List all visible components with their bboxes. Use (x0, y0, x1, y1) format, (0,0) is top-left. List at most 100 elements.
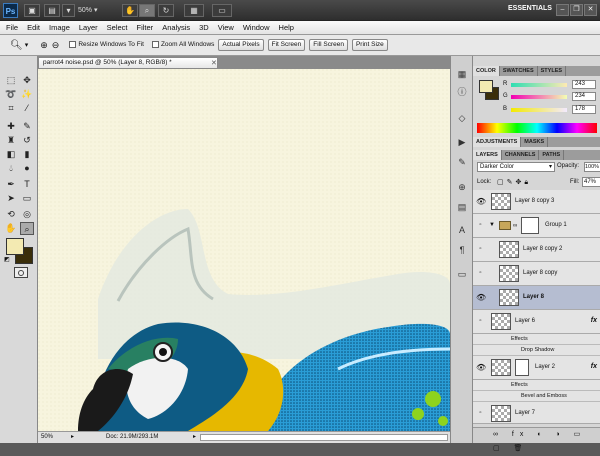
rotate-view-icon[interactable]: ↻ (158, 4, 174, 17)
restore-button[interactable]: ❐ (570, 4, 583, 16)
color-spectrum-ramp[interactable] (477, 123, 597, 133)
zoom-tool-icon[interactable]: ⌕ (20, 222, 34, 235)
zoom-all-checkbox[interactable]: Zoom All Windows (151, 41, 214, 49)
tab-color[interactable]: COLOR (473, 66, 500, 76)
tab-layers[interactable]: LAYERS (473, 150, 502, 160)
actual-pixels-button[interactable]: Actual Pixels (218, 39, 264, 51)
photoshop-logo[interactable]: Ps (3, 3, 18, 18)
path-selection-icon[interactable]: ➤ (4, 192, 18, 205)
visibility-eye-icon[interactable]: 👁︎ (476, 197, 486, 206)
bevel-emboss-row[interactable]: Bevel and Emboss (473, 391, 600, 402)
character-panel-icon[interactable]: A (456, 224, 468, 236)
tab-paths[interactable]: PATHS (539, 150, 565, 160)
menu-analysis[interactable]: Analysis (162, 23, 190, 32)
horizontal-scrollbar[interactable] (200, 434, 448, 441)
hand-tool-icon[interactable]: ✋ (4, 222, 18, 235)
eyedropper-icon[interactable]: ⁄ (20, 102, 34, 115)
document-canvas[interactable] (38, 69, 450, 431)
menu-view[interactable]: View (218, 23, 234, 32)
shape-tool-icon[interactable]: ▭ (20, 192, 34, 205)
history-brush-icon[interactable]: ↺ (20, 134, 34, 147)
layer-row-selected[interactable]: 👁︎ Layer 8 (473, 286, 600, 310)
print-size-button[interactable]: Print Size (351, 39, 388, 51)
g-slider[interactable] (511, 95, 567, 99)
visibility-toggle-empty[interactable]: ▫ (476, 245, 485, 254)
tab-adjustments[interactable]: ADJUSTMENTS (473, 137, 522, 147)
resize-windows-box[interactable] (69, 41, 77, 49)
zoom-level-select[interactable]: 50% ▾ (78, 4, 116, 17)
document-tab[interactable]: parrot4 noise.psd @ 50% (Layer 8, RGB/8)… (38, 57, 218, 69)
status-zoom[interactable]: 50% (41, 432, 53, 443)
r-value[interactable]: 243 (572, 80, 596, 89)
close-document-icon[interactable]: ✕ (211, 59, 217, 67)
eraser-tool-icon[interactable]: ◧ (4, 148, 18, 161)
opacity-value[interactable]: 100% (584, 162, 600, 172)
layer-row[interactable]: 👁︎ Layer 8 copy 3 (473, 190, 600, 214)
quick-mask-icon[interactable] (14, 267, 28, 278)
menu-3d[interactable]: 3D (199, 23, 209, 32)
workspace-switcher[interactable]: ESSENTIALS (508, 5, 552, 12)
dodge-tool-icon[interactable]: ● (20, 162, 34, 175)
menu-filter[interactable]: Filter (137, 23, 154, 32)
layer-row[interactable]: ▫ Layer 6 fx (473, 310, 600, 334)
fill-screen-button[interactable]: Fill Screen (309, 39, 348, 51)
tab-swatches[interactable]: SWATCHES (500, 66, 538, 76)
arrange-documents-icon[interactable]: ▦ (184, 4, 204, 17)
bridge-icon[interactable]: ▣ (24, 4, 40, 17)
menu-edit[interactable]: Edit (27, 23, 40, 32)
brush-tool-icon[interactable]: ✎ (20, 120, 34, 133)
menu-help[interactable]: Help (279, 23, 294, 32)
zoom-tool-preset-icon[interactable]: 🔍︎ (10, 40, 23, 51)
effects-row[interactable]: Effects (473, 334, 600, 345)
history-panel-icon[interactable]: ▦ (456, 68, 468, 80)
mini-bridge-icon[interactable]: ▤ (44, 4, 60, 17)
menu-select[interactable]: Select (107, 23, 128, 32)
b-slider[interactable] (511, 108, 567, 112)
hand-tool-icon[interactable]: ✋ (122, 4, 138, 17)
notes-panel-icon[interactable]: ▭ (456, 268, 468, 280)
minimize-button[interactable]: – (556, 4, 569, 16)
visibility-toggle-empty[interactable]: ▫ (476, 221, 485, 230)
zoom-all-box[interactable] (151, 41, 159, 49)
layer-effects-icon[interactable]: fx (591, 363, 597, 370)
gradient-tool-icon[interactable]: ▮ (20, 148, 34, 161)
visibility-toggle-empty[interactable]: ▫ (476, 409, 485, 418)
move-tool-icon[interactable]: ✥ (20, 74, 34, 87)
type-tool-icon[interactable]: T (20, 178, 34, 191)
lasso-tool-icon[interactable]: ➰ (4, 88, 18, 101)
visibility-eye-icon[interactable]: 👁︎ (476, 363, 486, 372)
fill-value[interactable]: 47% (582, 177, 600, 187)
pen-tool-icon[interactable]: ✒ (4, 178, 18, 191)
marquee-tool-icon[interactable]: ⬚ (4, 74, 18, 87)
foreground-color-swatch-top[interactable] (6, 238, 24, 255)
status-info-icon[interactable]: ▸ (71, 432, 74, 443)
close-button[interactable]: ✕ (584, 4, 597, 16)
tab-channels[interactable]: CHANNELS (502, 150, 540, 160)
layer-row[interactable]: ▫ Layer 8 copy (473, 262, 600, 286)
visibility-toggle-empty[interactable]: ▫ (476, 317, 485, 326)
menu-file[interactable]: File (6, 23, 18, 32)
healing-brush-icon[interactable]: ✚ (4, 120, 18, 133)
paragraph-panel-icon[interactable]: ¶ (456, 244, 468, 256)
layer-row[interactable]: ▫ Layer 8 copy 2 (473, 238, 600, 262)
zoom-in-icon[interactable]: ⊕ (40, 40, 48, 51)
blend-mode-select[interactable]: Darker Color ▾ (477, 162, 555, 172)
tool-presets-icon[interactable]: ▤ (456, 201, 468, 213)
crop-tool-icon[interactable]: ⌗ (4, 102, 18, 115)
lock-options-icon[interactable]: ▢✎✥🔒︎ (497, 178, 531, 187)
status-menu-arrow-icon[interactable]: ▸ (193, 432, 196, 443)
visibility-eye-icon[interactable]: 👁︎ (476, 293, 486, 302)
default-colors-icon[interactable]: ◩ (4, 256, 10, 263)
zoom-out-icon[interactable]: ⊖ (52, 40, 60, 51)
drop-shadow-row[interactable]: Drop Shadow (473, 345, 600, 356)
layer-group-row[interactable]: ▫ ▼ ∞ Group 1 (473, 214, 600, 238)
r-slider[interactable] (511, 83, 567, 87)
visibility-toggle-empty[interactable]: ▫ (476, 269, 485, 278)
preset-dropdown-icon[interactable]: ▾ (25, 41, 29, 49)
tab-masks[interactable]: MASKS (521, 137, 549, 147)
b-value[interactable]: 178 (572, 105, 596, 114)
fit-screen-button[interactable]: Fit Screen (267, 39, 306, 51)
layer-row[interactable]: ▫ Layer 7 (473, 402, 600, 424)
3d-panel-icon[interactable]: ◇ (456, 112, 468, 124)
magic-wand-icon[interactable]: ✨ (20, 88, 34, 101)
